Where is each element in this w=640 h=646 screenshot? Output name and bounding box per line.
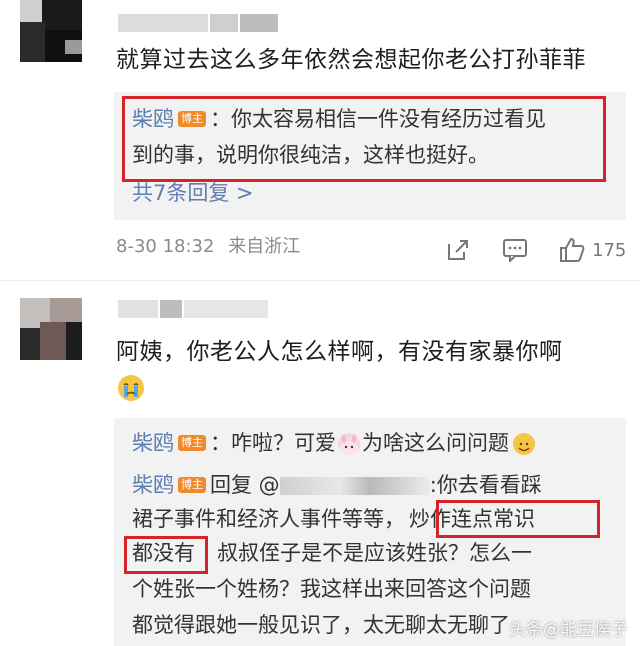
- blogger-badge: 博主: [178, 476, 206, 493]
- mention-blurred[interactable]: [279, 477, 430, 495]
- reply-text: ：咋啦？可爱: [210, 431, 336, 455]
- reply-text: 为啥这么问问题: [362, 431, 509, 455]
- comment-text: 就算过去这么多年依然会想起你老公打孙菲菲: [116, 47, 586, 73]
- comment-text: 阿姨，你老公人怎么样啊，有没有家暴你啊: [116, 339, 563, 365]
- bunny-emoji: [338, 433, 360, 455]
- reply-text: 叔叔侄子是不是应该姓张？怎么一: [217, 541, 532, 565]
- highlight-box: [436, 500, 600, 538]
- reply-text: :你去看看踩: [429, 473, 542, 497]
- reply-author-link[interactable]: 柴鸥: [132, 473, 174, 497]
- comment-meta: 8-30 18:32 来自浙江: [116, 232, 300, 258]
- username-blurred[interactable]: [118, 300, 268, 318]
- username-blurred[interactable]: [118, 14, 278, 32]
- highlight-box: [124, 536, 208, 574]
- avatar[interactable]: [20, 298, 82, 360]
- share-icon[interactable]: [446, 238, 470, 262]
- avatar[interactable]: [20, 0, 82, 62]
- reply-line: 个姓张一个姓杨？我这样出来回答这个问题: [132, 577, 531, 601]
- reply-line: 柴鸥 博主 回复 @ :你去看看踩: [132, 468, 616, 502]
- timestamp: 8-30 18:32: [116, 236, 215, 257]
- like-icon[interactable]: [558, 236, 586, 264]
- watermark: 头条@能豆侯子: [509, 620, 628, 640]
- like-count: 175: [592, 240, 627, 261]
- reply-text: 裙子事件和经济人事件等等，: [132, 507, 405, 531]
- reply-line: 柴鸥 博主 ：咋啦？可爱 为啥这么问问题: [132, 426, 616, 460]
- reply-prefix: 回复 @: [210, 473, 280, 497]
- reply-author-link[interactable]: 柴鸥: [132, 431, 174, 455]
- blogger-badge: 博主: [178, 434, 206, 451]
- divider: [0, 280, 640, 281]
- smile-emoji: [513, 433, 535, 455]
- crying-emoji: [116, 373, 146, 403]
- highlight-box: [122, 96, 606, 182]
- location: 来自浙江: [228, 236, 301, 257]
- comment-icon[interactable]: [502, 238, 528, 264]
